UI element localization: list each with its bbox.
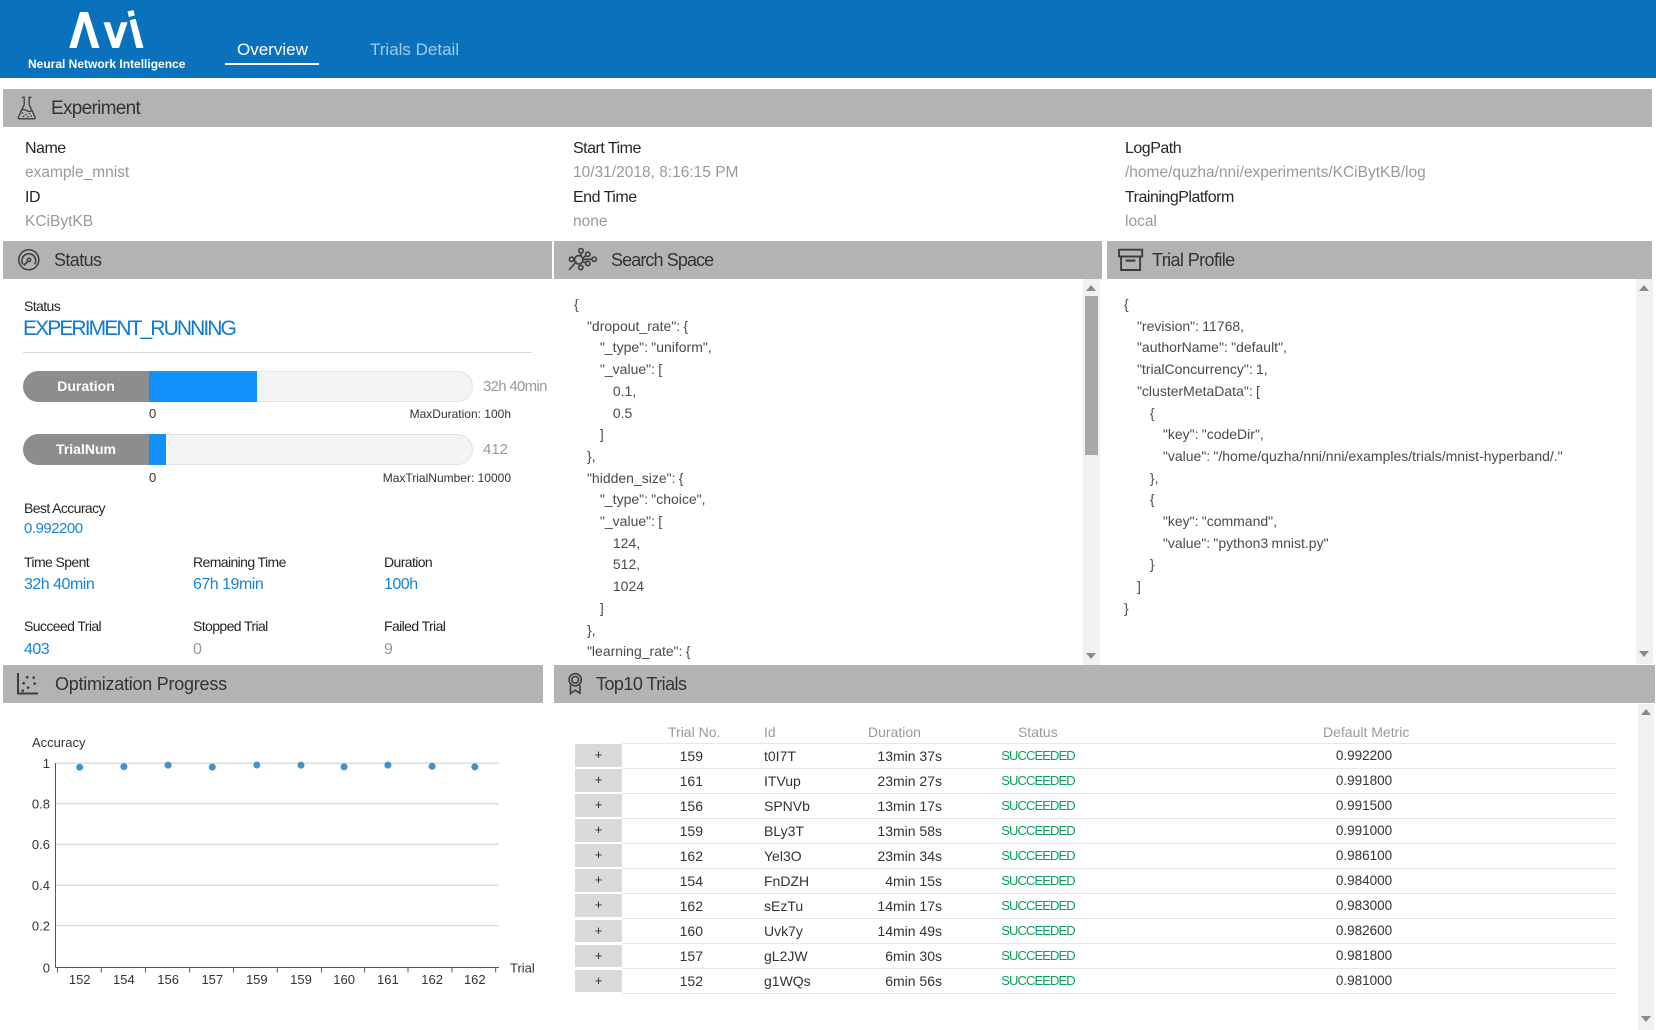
svg-text:Trial: Trial bbox=[510, 960, 535, 975]
svg-text:156: 156 bbox=[157, 972, 179, 987]
svg-text:1: 1 bbox=[43, 756, 50, 771]
svg-text:0.4: 0.4 bbox=[32, 878, 50, 893]
svg-text:154: 154 bbox=[113, 972, 135, 987]
svg-text:0.2: 0.2 bbox=[32, 919, 50, 934]
svg-text:162: 162 bbox=[421, 972, 443, 987]
svg-text:161: 161 bbox=[377, 972, 399, 987]
svg-text:Accuracy: Accuracy bbox=[32, 735, 86, 750]
svg-text:159: 159 bbox=[290, 972, 312, 987]
svg-text:0.6: 0.6 bbox=[32, 837, 50, 852]
svg-text:0.8: 0.8 bbox=[32, 797, 50, 812]
svg-text:0: 0 bbox=[43, 960, 50, 975]
svg-text:162: 162 bbox=[464, 972, 486, 987]
svg-text:152: 152 bbox=[69, 972, 91, 987]
svg-text:160: 160 bbox=[333, 972, 355, 987]
svg-text:159: 159 bbox=[246, 972, 268, 987]
svg-text:157: 157 bbox=[201, 972, 223, 987]
